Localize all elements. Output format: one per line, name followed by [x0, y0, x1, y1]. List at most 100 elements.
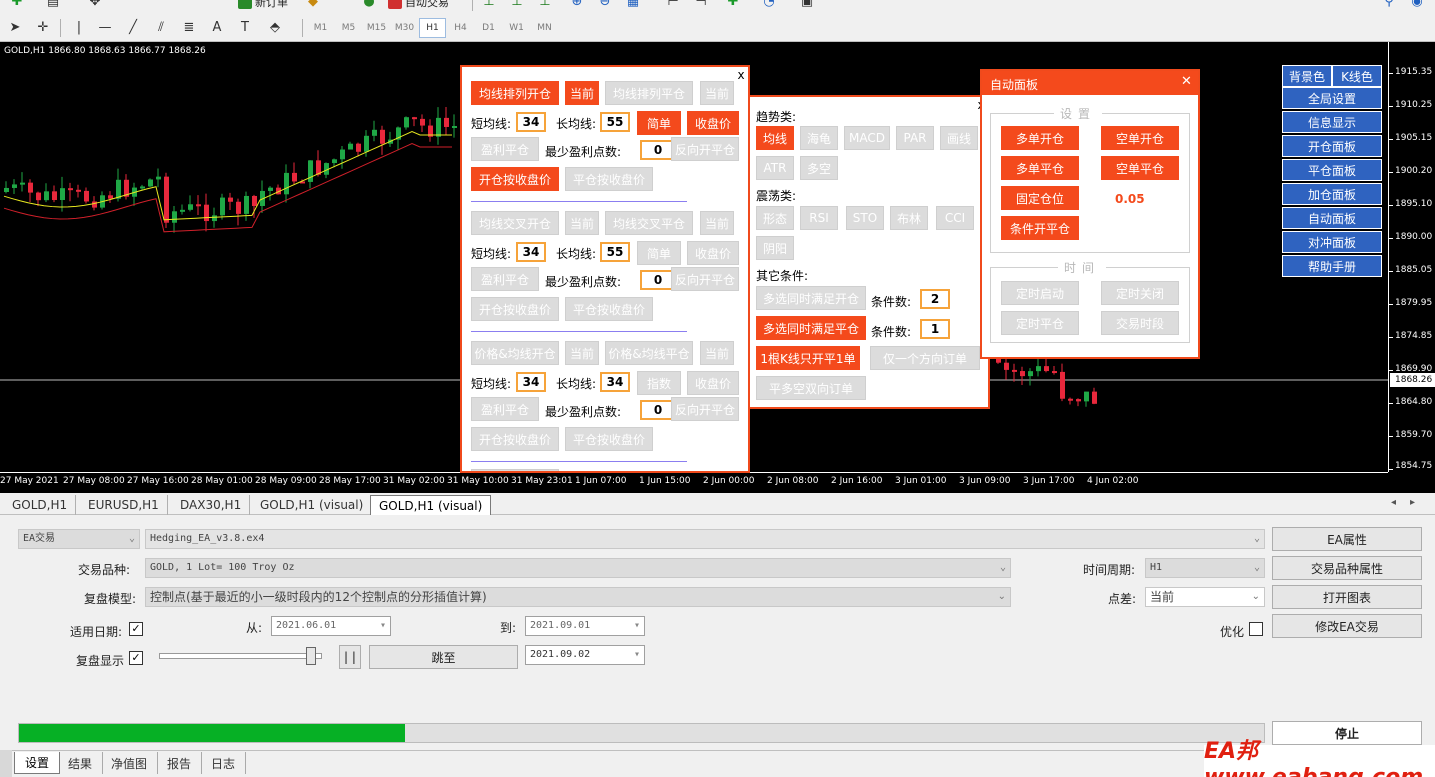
vertical-line-icon[interactable]: |	[70, 19, 88, 37]
indicator-long-short-button[interactable]: 多空	[800, 156, 838, 180]
tab-scroll-arrows[interactable]: ◂▸	[1391, 497, 1429, 508]
tab-gold-h1[interactable]: GOLD,H1	[4, 495, 77, 515]
time-axis[interactable]: 27 May 2021 27 May 08:00 27 May 16:00 28…	[0, 472, 1388, 493]
info-display-button[interactable]: 信息显示	[1282, 111, 1382, 133]
market-watch-icon[interactable]: ✥	[86, 0, 104, 11]
tab-settings[interactable]: 设置	[14, 752, 61, 774]
multi-close-button[interactable]: 多选同时满足平仓	[756, 316, 866, 340]
price-ma-close-current-button[interactable]: 当前	[700, 341, 734, 365]
auto-trading-button[interactable]: 自动交易	[388, 0, 449, 12]
visual-speed-slider[interactable]	[159, 653, 322, 659]
tab-equity-graph[interactable]: 净值图	[101, 752, 159, 774]
zoom-out-icon[interactable]: ⊖	[596, 0, 614, 11]
templates-icon[interactable]: ▣	[798, 0, 816, 11]
model-select[interactable]: 控制点(基于最近的小一级时段内的12个控制点的分形插值计算) ⌄	[145, 587, 1011, 607]
indicator-cci-button[interactable]: CCI	[936, 206, 974, 230]
indicator-yinyang-button[interactable]: 阴阳	[756, 236, 794, 260]
ma-arrange-close-current-button[interactable]: 当前	[700, 81, 734, 105]
ma-method-button[interactable]: 简单	[637, 111, 681, 135]
auto-panel-header[interactable]: 自动面板 ✕	[982, 71, 1198, 95]
profiles-icon[interactable]: ▤	[44, 0, 62, 11]
spread-select[interactable]: 当前 ⌄	[1145, 587, 1265, 607]
tester-mode-select[interactable]: EA交易 ⌄	[18, 529, 140, 549]
indicator-rsi-button[interactable]: RSI	[800, 206, 838, 230]
ma-cross-open-button[interactable]: 均线交叉开仓	[471, 211, 559, 235]
trading-session-button[interactable]: 交易时段	[1101, 311, 1179, 335]
skip-to-date-picker[interactable]: 2021.09.02 ▾	[525, 645, 645, 665]
timer-start-button[interactable]: 定时启动	[1001, 281, 1079, 305]
indicator-atr-button[interactable]: ATR	[756, 156, 794, 180]
open-by-close-price-button[interactable]: 开仓按收盘价	[471, 427, 559, 451]
ma-arrange-open-button[interactable]: 均线排列开仓	[471, 81, 559, 105]
price-axis[interactable]: 1915.35 1910.25 1905.15 1900.20 1895.10 …	[1388, 42, 1435, 472]
timeframe-m30[interactable]: M30	[391, 18, 418, 38]
timeframe-m1[interactable]: M1	[307, 18, 334, 38]
ma-price-button[interactable]: 收盘价	[687, 371, 739, 395]
buy-open-button[interactable]: 多单开仓	[1001, 126, 1079, 150]
close-condition-count-input[interactable]: 1	[920, 319, 950, 339]
line-chart-icon[interactable]: ⊥	[536, 0, 554, 11]
indicator-macd-button[interactable]: MACD	[844, 126, 890, 150]
bar-chart-icon[interactable]: ⊥	[480, 0, 498, 11]
timeframe-mn[interactable]: MN	[531, 18, 558, 38]
timer-stop-button[interactable]: 定时关闭	[1101, 281, 1179, 305]
timeframe-h1[interactable]: H1	[419, 18, 446, 38]
close-by-close-price-button[interactable]: 平仓按收盘价	[565, 167, 653, 191]
conditional-open-close-button[interactable]: 条件开平仓	[1001, 216, 1079, 240]
tab-gold-h1-visual[interactable]: GOLD,H1 (visual)	[252, 495, 373, 515]
text-label-icon[interactable]: T	[236, 19, 254, 37]
price-ma-open-current-button[interactable]: 当前	[565, 341, 599, 365]
sell-open-button[interactable]: 空单开仓	[1101, 126, 1179, 150]
indicator-turtle-button[interactable]: 海龟	[800, 126, 838, 150]
symbol-select[interactable]: GOLD, 1 Lot= 100 Troy Oz ⌄	[145, 558, 1011, 578]
modify-ea-button[interactable]: 修改EA交易	[1272, 614, 1422, 638]
add-position-panel-button[interactable]: 加仓面板	[1282, 183, 1382, 205]
lot-size-value[interactable]: 0.05	[1115, 192, 1145, 206]
open-chart-button[interactable]: 打开图表	[1272, 585, 1422, 609]
fixed-lot-button[interactable]: 固定仓位	[1001, 186, 1079, 210]
price-ma-open-button[interactable]: 价格&均线开仓	[471, 341, 559, 365]
tab-eurusd-h1[interactable]: EURUSD,H1	[80, 495, 168, 515]
optimize-checkbox[interactable]	[1249, 622, 1263, 636]
skip-to-button[interactable]: 跳至	[369, 645, 518, 669]
long-ma-input[interactable]: 55	[600, 242, 630, 262]
indicator-bollinger-button[interactable]: 布林	[890, 206, 928, 230]
to-date-picker[interactable]: 2021.09.01 ▾	[525, 616, 645, 636]
indicator-ma-button[interactable]: 均线	[756, 126, 794, 150]
indicator-drawline-button[interactable]: 画线	[940, 126, 978, 150]
buy-close-button[interactable]: 多单平仓	[1001, 156, 1079, 180]
close-hedge-orders-button[interactable]: 平多空双向订单	[756, 376, 866, 400]
signals-icon[interactable]: ●	[360, 0, 378, 11]
reverse-open-close-button[interactable]: 反向开平仓	[671, 267, 739, 291]
use-date-checkbox[interactable]: ✓	[129, 622, 143, 636]
open-condition-count-input[interactable]: 2	[920, 289, 950, 309]
search-icon[interactable]: ⚲	[1380, 0, 1398, 11]
ma-cross-open-current-button[interactable]: 当前	[565, 211, 599, 235]
long-ma-input[interactable]: 55	[600, 112, 630, 132]
hedge-panel-button[interactable]: 对冲面板	[1282, 231, 1382, 253]
metaeditor-icon[interactable]: ◆	[304, 0, 322, 11]
short-ma-input[interactable]: 34	[516, 112, 546, 132]
ma-method-button[interactable]: 指数	[637, 371, 681, 395]
trendline-icon[interactable]: ╱	[124, 19, 142, 37]
tab-gold-h1-visual-active[interactable]: GOLD,H1 (visual)	[370, 495, 492, 515]
tab-results[interactable]: 结果	[58, 752, 104, 774]
more-strategies-button[interactable]	[471, 469, 559, 471]
tab-report[interactable]: 报告	[157, 752, 203, 774]
horizontal-line-icon[interactable]: —	[96, 19, 114, 37]
visual-mode-checkbox[interactable]: ✓	[129, 651, 143, 665]
pause-button[interactable]: | |	[339, 645, 361, 669]
open-by-close-price-button[interactable]: 开仓按收盘价	[471, 167, 559, 191]
new-chart-icon[interactable]: ✚	[8, 0, 26, 11]
timeframe-m5[interactable]: M5	[335, 18, 362, 38]
zoom-in-icon[interactable]: ⊕	[568, 0, 586, 11]
periods-icon[interactable]: ◔	[760, 0, 778, 11]
fibonacci-icon[interactable]: ≣	[180, 19, 198, 37]
close-by-close-price-button[interactable]: 平仓按收盘价	[565, 427, 653, 451]
long-ma-input[interactable]: 34	[600, 372, 630, 392]
background-color-button[interactable]: 背景色	[1282, 65, 1332, 87]
tab-dax30-h1[interactable]: DAX30,H1	[172, 495, 251, 515]
channel-icon[interactable]: ⫽	[152, 19, 170, 37]
indicator-sto-button[interactable]: STO	[846, 206, 884, 230]
reverse-open-close-button[interactable]: 反向开平仓	[671, 397, 739, 421]
